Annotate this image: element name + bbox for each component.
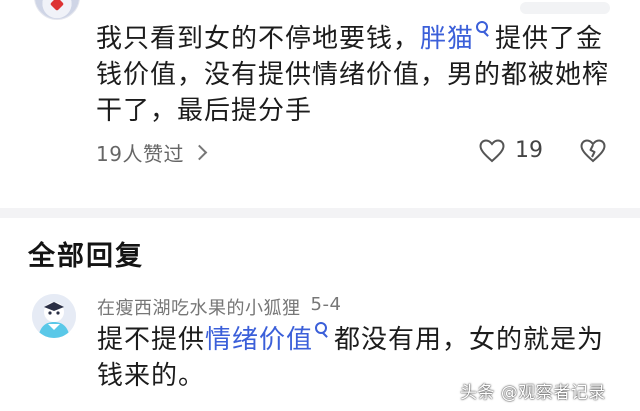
dislike-button[interactable] — [580, 139, 606, 167]
comment-avatar[interactable] — [34, 0, 80, 20]
search-icon — [476, 21, 489, 39]
reply-text-before: 提不提供 — [97, 325, 206, 355]
comment-text: 我只看到女的不停地要钱，胖猫 提供了金钱价值，没有提供情绪价值，男的都被她榨干了，… — [96, 21, 616, 129]
avatar-image — [32, 294, 76, 338]
section-divider — [0, 208, 640, 218]
reply-keyword-link[interactable]: 情绪价值 — [205, 322, 334, 355]
comment-text-before: 我只看到女的不停地要钱， — [96, 24, 421, 54]
search-icon — [315, 322, 328, 340]
replies-link[interactable]: 19人赞过 — [96, 138, 208, 167]
like-button[interactable]: 19 — [479, 138, 543, 163]
comment-keyword-label: 胖猫 — [420, 24, 475, 54]
section-title: 全部回复 — [28, 241, 144, 272]
reply-date: 5-4 — [310, 294, 342, 315]
comment-keyword-link[interactable]: 胖猫 — [420, 21, 495, 54]
reply-keyword-label: 情绪价值 — [205, 325, 314, 355]
reply-author[interactable]: 在瘦西湖吃水果的小狐狸 — [97, 294, 301, 320]
broken-heart-icon — [580, 139, 606, 163]
heart-icon — [479, 138, 505, 162]
top-badge — [520, 2, 610, 14]
watermark: 头条 @观察者记录 — [460, 383, 606, 403]
replies-label: 19人赞过 — [96, 142, 184, 166]
reply-avatar[interactable] — [32, 294, 76, 338]
chevron-right-icon — [191, 144, 208, 161]
reply-meta: 在瘦西湖吃水果的小狐狸 5-4 — [97, 294, 341, 320]
like-count: 19 — [515, 138, 543, 163]
